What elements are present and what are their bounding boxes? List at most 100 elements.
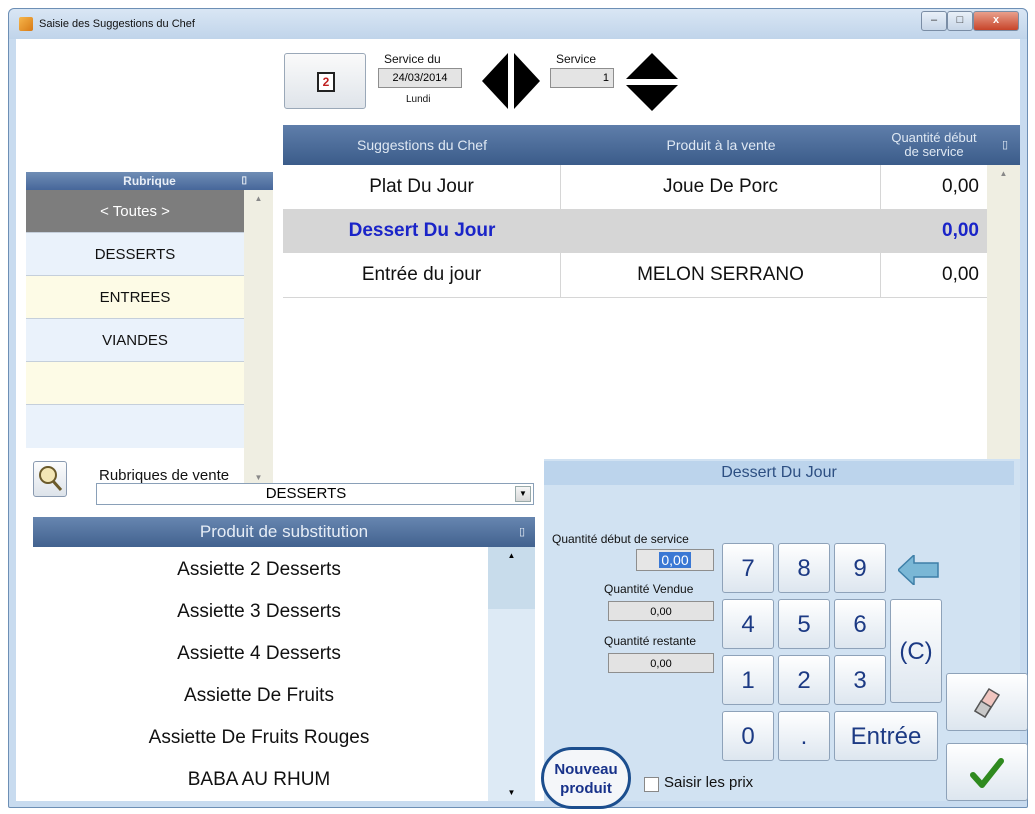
rubrique-item-empty	[26, 362, 244, 405]
rubrique-header-label: Rubrique	[123, 174, 176, 188]
nouveau-produit-line2: produit	[560, 780, 612, 797]
key-1[interactable]: 1	[722, 655, 774, 705]
calendar-icon: 2	[317, 72, 335, 92]
rubriques-vente-value: DESSERTS	[265, 485, 347, 502]
cell-qty: 0,00	[942, 264, 979, 285]
list-item[interactable]: Assiette 2 Desserts	[33, 549, 485, 591]
rubriques-vente-label: Rubriques de vente	[99, 467, 230, 484]
table-row-selected[interactable]: Dessert Du Jour 0,00	[283, 209, 987, 253]
list-item[interactable]: BABA AU RHUM	[33, 759, 485, 801]
app-window: Saisie des Suggestions du Chef – □ x 2 S…	[8, 8, 1028, 809]
cell-suggestion: Dessert Du Jour	[348, 220, 496, 241]
cell-qty: 0,00	[942, 176, 979, 197]
rubrique-item-empty	[26, 405, 244, 448]
saisir-prix-label: Saisir les prix	[664, 774, 754, 791]
backspace-arrow-icon[interactable]	[898, 555, 940, 585]
close-button[interactable]: x	[973, 11, 1019, 31]
cell-suggestion: Entrée du jour	[283, 253, 561, 297]
qty-debut-input[interactable]: 0,00	[636, 549, 714, 571]
grid-divider	[283, 297, 987, 298]
day-label: Lundi	[406, 94, 431, 105]
chevron-down-icon[interactable]: ▼	[515, 486, 531, 502]
rubrique-item-viandes[interactable]: VIANDES	[26, 319, 244, 362]
substitution-scrollbar[interactable]: ▲ ▼	[488, 547, 535, 801]
substitution-header: Produit de substitution ▯	[33, 517, 535, 547]
window-title: Saisie des Suggestions du Chef	[39, 18, 195, 30]
edit-title: Dessert Du Jour	[544, 461, 1014, 485]
prev-next-service-icon[interactable]	[482, 53, 540, 109]
cell-produit: Joue De Porc	[561, 165, 881, 209]
table-row[interactable]: Entrée du jour MELON SERRANO 0,00	[283, 253, 987, 297]
key-9[interactable]: 9	[834, 543, 886, 593]
minimize-button[interactable]: –	[921, 11, 947, 31]
cell-suggestion: Plat Du Jour	[283, 165, 561, 209]
maximize-button[interactable]: □	[947, 11, 973, 31]
column-chooser-icon[interactable]: ▯	[995, 125, 1015, 165]
service-label: Service	[556, 52, 597, 66]
service-number-field[interactable]: 1	[550, 68, 614, 88]
key-8[interactable]: 8	[778, 543, 830, 593]
cell-produit	[561, 209, 881, 253]
key-5[interactable]: 5	[778, 599, 830, 649]
table-row[interactable]: Plat Du Jour Joue De Porc 0,00	[283, 165, 987, 209]
column-chooser-icon[interactable]: ▯	[241, 172, 247, 190]
key-3[interactable]: 3	[834, 655, 886, 705]
key-6[interactable]: 6	[834, 599, 886, 649]
nouveau-produit-button[interactable]: Nouveau produit	[541, 747, 631, 809]
col-suggestions[interactable]: Suggestions du Chef	[283, 125, 561, 165]
grid-scrollbar[interactable]: ▲ ▼	[987, 165, 1020, 486]
nouveau-produit-line1: Nouveau	[554, 761, 618, 778]
header-area: 2 Service du 24/03/2014 Lundi Service 1	[16, 39, 1020, 125]
substitution-header-label: Produit de substitution	[199, 522, 369, 541]
key-2[interactable]: 2	[778, 655, 830, 705]
qty-debut-label: Quantité début de service	[552, 532, 689, 546]
qty-restante-label: Quantité restante	[604, 634, 697, 648]
calendar-button[interactable]: 2	[284, 53, 366, 109]
qty-vendue-field: 0,00	[608, 601, 714, 621]
scroll-up-icon[interactable]: ▲	[488, 547, 535, 609]
validate-button[interactable]	[946, 743, 1028, 801]
checkmark-icon	[970, 758, 1004, 788]
key-4[interactable]: 4	[722, 599, 774, 649]
qty-vendue-label: Quantité Vendue	[604, 582, 694, 596]
key-7[interactable]: 7	[722, 543, 774, 593]
rubrique-item-entrees[interactable]: ENTREES	[26, 276, 244, 319]
list-item[interactable]: Assiette De Fruits	[33, 675, 485, 717]
scroll-up-icon[interactable]: ▲	[244, 190, 273, 203]
key-dot[interactable]: .	[778, 711, 830, 761]
key-clear[interactable]: (C)	[890, 599, 942, 703]
key-0[interactable]: 0	[722, 711, 774, 761]
list-item[interactable]: Assiette 3 Desserts	[33, 591, 485, 633]
saisir-prix-checkbox[interactable]	[644, 777, 659, 792]
rubrique-panel: Rubrique ▯ < Toutes > DESSERTS ENTREES V…	[26, 172, 273, 486]
column-chooser-icon[interactable]: ▯	[519, 517, 525, 547]
list-item[interactable]: Assiette 4 Desserts	[33, 633, 485, 675]
rubrique-scrollbar[interactable]: ▲ ▼	[244, 190, 273, 486]
suggestions-grid: Suggestions du Chef Produit à la vente Q…	[283, 125, 1020, 486]
eraser-icon	[973, 687, 1001, 719]
qty-debut-value: 0,00	[659, 552, 691, 568]
substitution-panel: Produit de substitution ▯ Assiette 2 Des…	[33, 517, 535, 801]
rubrique-item-toutes[interactable]: < Toutes >	[26, 190, 244, 233]
eraser-button[interactable]	[946, 673, 1028, 731]
rubrique-header: Rubrique ▯	[26, 172, 273, 190]
service-du-label: Service du	[384, 52, 441, 66]
title-bar: Saisie des Suggestions du Chef – □ x	[9, 9, 1027, 39]
list-item[interactable]: Assiette De Fruits Rouges	[33, 717, 485, 759]
cell-produit: MELON SERRANO	[561, 253, 881, 297]
up-down-service-icon[interactable]	[626, 53, 678, 111]
col-produit[interactable]: Produit à la vente	[561, 125, 881, 165]
rubriques-vente-select[interactable]: DESSERTS ▼	[96, 483, 534, 505]
col-quantite-line1: Quantité début	[891, 130, 977, 145]
rubrique-item-desserts[interactable]: DESSERTS	[26, 233, 244, 276]
scroll-up-icon[interactable]: ▲	[987, 165, 1020, 178]
date-field[interactable]: 24/03/2014	[378, 68, 462, 88]
col-quantite-line2: de service	[904, 144, 964, 159]
col-quantite[interactable]: Quantité début de service	[881, 125, 987, 165]
edit-panel: Dessert Du Jour Quantité début de servic…	[544, 459, 1028, 801]
key-enter[interactable]: Entrée	[834, 711, 938, 761]
scroll-down-icon[interactable]: ▼	[488, 788, 535, 797]
search-button[interactable]	[33, 461, 67, 497]
scroll-down-icon[interactable]: ▼	[244, 473, 273, 482]
grid-header: Suggestions du Chef Produit à la vente Q…	[283, 125, 1020, 165]
